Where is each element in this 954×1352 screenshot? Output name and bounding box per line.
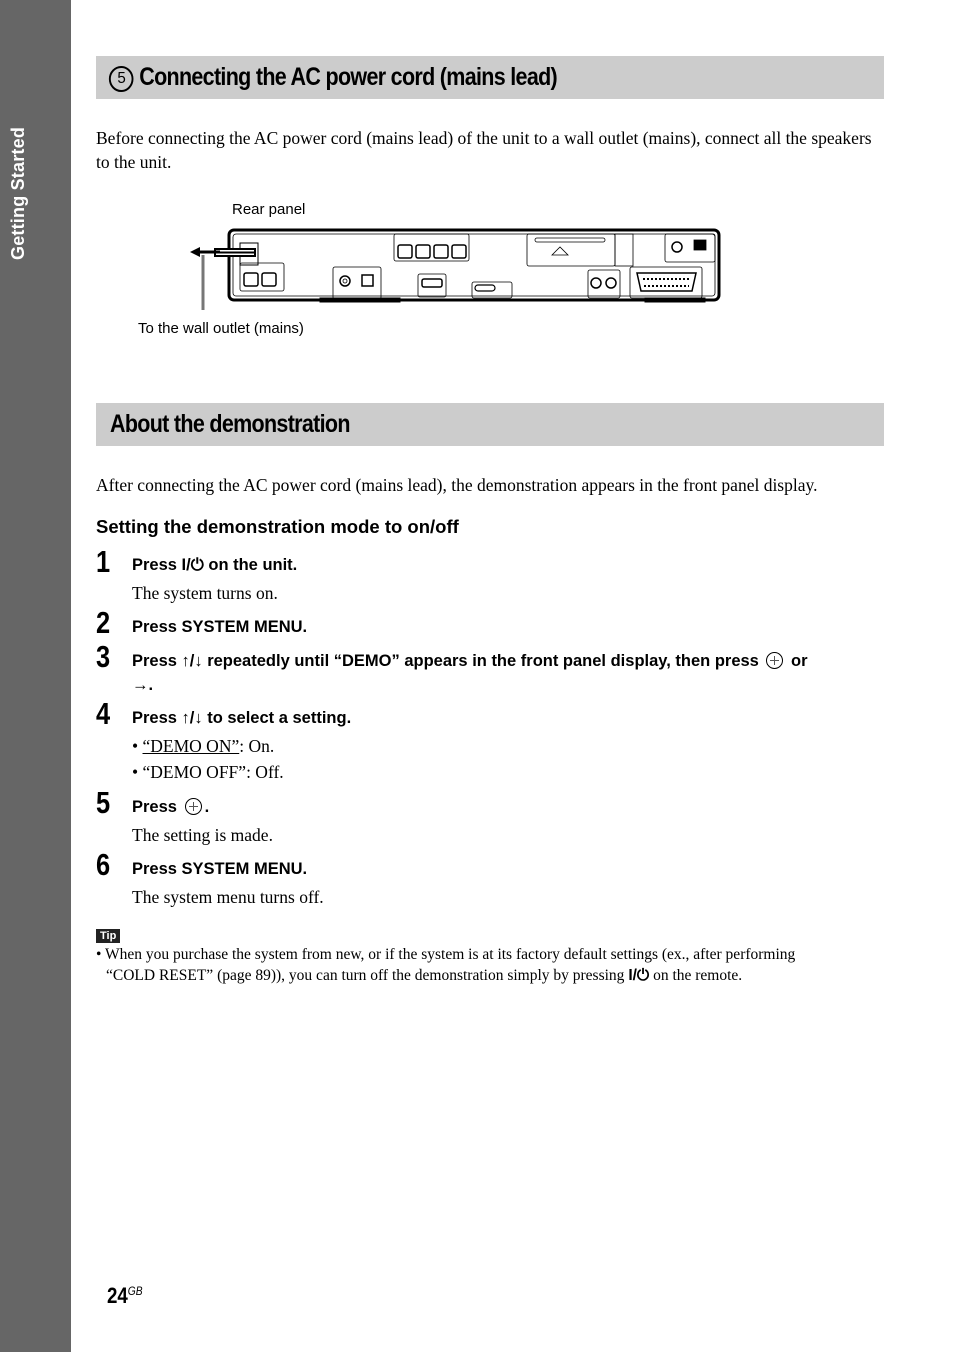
section-title: About the demonstration	[110, 410, 350, 438]
section-heading-ac-power: 5 Connecting the AC power cord (mains lea…	[96, 56, 884, 99]
tip-badge: Tip	[96, 929, 121, 943]
region-suffix: GB	[127, 1284, 143, 1298]
section-side-label: Getting Started	[8, 126, 28, 260]
power-cord	[214, 242, 259, 266]
step-number: 5	[96, 785, 111, 820]
step-number: 1	[96, 544, 111, 579]
step-instruction: Press .	[132, 798, 210, 816]
line-audio-in	[587, 269, 621, 299]
section-title-text: Connecting the AC power cord (mains lead…	[139, 63, 558, 91]
speaker-front-surround	[393, 233, 470, 262]
rear-panel-label: Rear panel	[232, 201, 306, 218]
hdmi-out	[417, 273, 447, 298]
rear-panel-diagram	[190, 228, 721, 310]
step-instruction: Press SYSTEM MENU.	[132, 860, 308, 878]
setting-option-demo-off: • “DEMO OFF”: Off.	[132, 762, 284, 782]
speaker-center-subwoofer	[239, 262, 285, 292]
station-slot	[526, 233, 634, 267]
page-number: 24GB	[107, 1283, 143, 1308]
step-instruction: Press SYSTEM MENU.	[132, 618, 308, 636]
section-title: 5 Connecting the AC power cord (mains lea…	[108, 62, 558, 92]
euro-av-output	[629, 266, 703, 299]
tip-line: • When you purchase the system from new,…	[96, 946, 796, 963]
section-side-tab: Getting Started	[0, 0, 71, 1352]
antenna-block	[664, 233, 716, 263]
power-icon: I/⏻	[181, 556, 204, 574]
procedure-subheading: Setting the demonstration mode to on/off	[96, 516, 459, 537]
setting-option-demo-on: • “DEMO ON”: On.	[132, 736, 275, 756]
step-number: 2	[96, 605, 111, 640]
wall-outlet-label: To the wall outlet (mains)	[138, 320, 304, 337]
enter-button-icon	[184, 798, 202, 815]
intro-paragraph: Before connecting the AC power cord (mai…	[96, 128, 872, 172]
step-circle-number: 5	[108, 66, 134, 92]
tip-text: • When you purchase the system from new,…	[96, 944, 896, 986]
digital-in-tv	[332, 266, 382, 300]
step-number: 6	[96, 847, 111, 882]
tip-line: “COLD RESET” (page 89)), you can turn of…	[106, 967, 743, 984]
enter-button-icon	[766, 652, 784, 669]
step-instruction-cont: →.	[132, 676, 154, 694]
power-icon: I/⏻	[628, 967, 650, 984]
step-result: The system turns on.	[132, 583, 278, 603]
section-heading-demonstration: About the demonstration	[96, 403, 884, 446]
step-instruction: Press I/⏻ on the unit.	[132, 556, 298, 574]
step-number: 3	[96, 639, 111, 674]
step-instruction: Press ↑/↓ to select a setting.	[132, 709, 352, 727]
step-result: The system menu turns off.	[132, 887, 324, 907]
step-number: 4	[96, 696, 111, 731]
step-result: The setting is made.	[132, 825, 273, 845]
step-instruction: Press ↑/↓ repeatedly until “DEMO” appear…	[132, 652, 808, 670]
demo-intro-paragraph: After connecting the AC power cord (main…	[96, 475, 818, 495]
